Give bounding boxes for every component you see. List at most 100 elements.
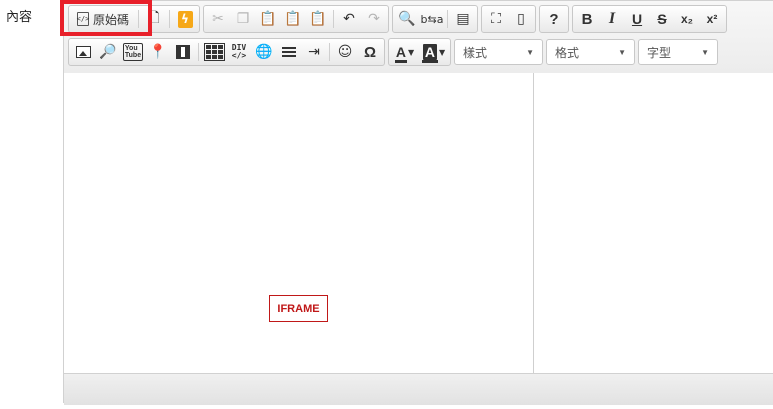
image-button[interactable]	[71, 40, 95, 64]
replace-button[interactable]: b⇆a	[420, 7, 444, 31]
background-color-icon: A	[421, 44, 439, 63]
text-color-icon: A	[394, 44, 408, 63]
superscript-icon: x²	[706, 12, 718, 26]
div-icon: DIV </>	[231, 43, 247, 60]
strikethrough-icon: S	[657, 11, 667, 27]
document-icon: 🗋	[148, 10, 160, 26]
strikethrough-button[interactable]: S	[650, 7, 674, 31]
underline-button[interactable]: U	[625, 7, 649, 31]
font-combo[interactable]: 字型 ▼	[638, 39, 718, 65]
rich-text-editor: </> 原始碼 🗋 ϟ ✂ ❐ 📋 📋 📋 ↶ ↷ 🔍 b⇆a ▤ ⛶ ▯ ? …	[63, 0, 773, 405]
toolbar-row-1: </> 原始碼 🗋 ϟ ✂ ❐ 📋 📋 📋 ↶ ↷ 🔍 b⇆a ▤ ⛶ ▯ ? …	[68, 5, 728, 33]
indent-icon: ⇥	[308, 44, 320, 60]
editor-bottom-bar	[64, 373, 773, 405]
subscript-icon: x₂	[681, 12, 694, 26]
toolbar-row-2: 🔎 You Tube 📍 DIV </> 🌐 ⇥ ☺ Ω A ▼ A ▼ 樣式 …	[68, 38, 718, 66]
view-group: ⛶ ▯	[481, 5, 537, 33]
insert-group: 🔎 You Tube 📍 DIV </> 🌐 ⇥ ☺ Ω	[68, 38, 385, 66]
select-all-button[interactable]: ▤	[451, 7, 475, 31]
editor-content-area[interactable]: IFRAME	[64, 73, 773, 373]
redo-button[interactable]: ↷	[362, 7, 386, 31]
map-button[interactable]: 📍	[146, 40, 170, 64]
globe-icon: 🌐	[255, 44, 273, 60]
basic-styles-group: B I U S x₂ x²	[572, 5, 728, 33]
about-button[interactable]: ?	[542, 7, 566, 31]
background-color-button[interactable]: A ▼	[420, 40, 448, 64]
separator	[333, 10, 335, 28]
indent-button[interactable]: ⇥	[302, 40, 326, 64]
bold-button[interactable]: B	[575, 7, 599, 31]
chevron-down-icon: ▼	[526, 47, 534, 57]
content-field-label: 內容	[6, 9, 33, 24]
qrcode-icon	[176, 45, 190, 59]
youtube-icon: You Tube	[122, 43, 144, 61]
image-icon	[75, 46, 91, 58]
colors-group: A ▼ A ▼	[388, 38, 451, 66]
qrcode-button[interactable]	[171, 40, 195, 64]
div-container-button[interactable]: DIV </>	[227, 40, 251, 64]
search-icon: 🔍	[398, 11, 416, 27]
separator	[329, 43, 330, 61]
undo-icon: ↶	[343, 11, 355, 27]
bold-icon: B	[581, 10, 593, 28]
separator	[169, 10, 171, 28]
redo-icon: ↷	[368, 11, 380, 27]
text-color-button[interactable]: A ▼	[391, 40, 419, 64]
omega-icon: Ω	[363, 43, 377, 61]
source-icon: </>	[77, 12, 89, 26]
document-group: </> 原始碼 🗋 ϟ	[68, 5, 201, 33]
editing-group: 🔍 b⇆a ▤	[392, 5, 479, 33]
chevron-down-icon: ▼	[618, 47, 626, 57]
flash-icon: ϟ	[177, 10, 193, 28]
horizontal-rule-icon	[282, 47, 296, 57]
smiley-icon: ☺	[337, 44, 353, 60]
clipboard-group: ✂ ❐ 📋 📋 📋 ↶ ↷	[203, 5, 390, 33]
clipboard-icon: 📋	[259, 11, 277, 27]
special-char-button[interactable]: Ω	[358, 40, 382, 64]
italic-icon: I	[608, 10, 616, 27]
font-combo-label: 字型	[647, 45, 672, 60]
paste-word-icon: 📋	[309, 11, 327, 27]
paste-text-button[interactable]: 📋	[281, 7, 305, 31]
dropdown-arrow-icon: ▼	[438, 47, 446, 57]
youtube-button[interactable]: You Tube	[121, 40, 145, 64]
help-group: ?	[539, 5, 570, 33]
maximize-button[interactable]: ⛶	[484, 7, 508, 31]
paste-text-icon: 📋	[284, 11, 302, 27]
replace-icon: b⇆a	[420, 12, 444, 26]
map-pin-icon: 📍	[149, 44, 167, 60]
image-map-button[interactable]: 🔎	[96, 40, 120, 64]
scissors-icon: ✂	[212, 11, 224, 27]
superscript-button[interactable]: x²	[700, 7, 724, 31]
smiley-button[interactable]: ☺	[333, 40, 357, 64]
undo-button[interactable]: ↶	[337, 7, 361, 31]
paste-word-button[interactable]: 📋	[306, 7, 330, 31]
style-combo-label: 樣式	[463, 45, 488, 60]
format-combo[interactable]: 格式 ▼	[546, 39, 635, 65]
underline-icon: U	[631, 11, 643, 27]
dropdown-arrow-icon: ▼	[407, 47, 415, 57]
chevron-down-icon: ▼	[701, 47, 709, 57]
show-blocks-button[interactable]: ▯	[509, 7, 533, 31]
copy-button[interactable]: ❐	[231, 7, 255, 31]
separator	[198, 43, 199, 61]
show-blocks-icon: ▯	[517, 11, 525, 27]
source-button[interactable]: </> 原始碼	[71, 7, 135, 31]
flash-button[interactable]: ϟ	[173, 7, 197, 31]
find-button[interactable]: 🔍	[395, 7, 419, 31]
image-search-icon: 🔎	[99, 44, 117, 60]
style-combo[interactable]: 樣式 ▼	[454, 39, 543, 65]
select-all-icon: ▤	[456, 11, 470, 27]
cut-button[interactable]: ✂	[206, 7, 230, 31]
copy-icon: ❐	[236, 11, 250, 27]
table-button[interactable]	[202, 40, 226, 64]
paste-button[interactable]: 📋	[256, 7, 280, 31]
subscript-button[interactable]: x₂	[675, 7, 699, 31]
table-icon	[203, 43, 225, 61]
maximize-icon: ⛶	[491, 11, 501, 27]
italic-button[interactable]: I	[600, 7, 624, 31]
new-page-button[interactable]: 🗋	[142, 7, 166, 31]
horizontal-rule-button[interactable]	[277, 40, 301, 64]
iframe-placeholder[interactable]: IFRAME	[269, 295, 328, 322]
iframe-button[interactable]: 🌐	[252, 40, 276, 64]
